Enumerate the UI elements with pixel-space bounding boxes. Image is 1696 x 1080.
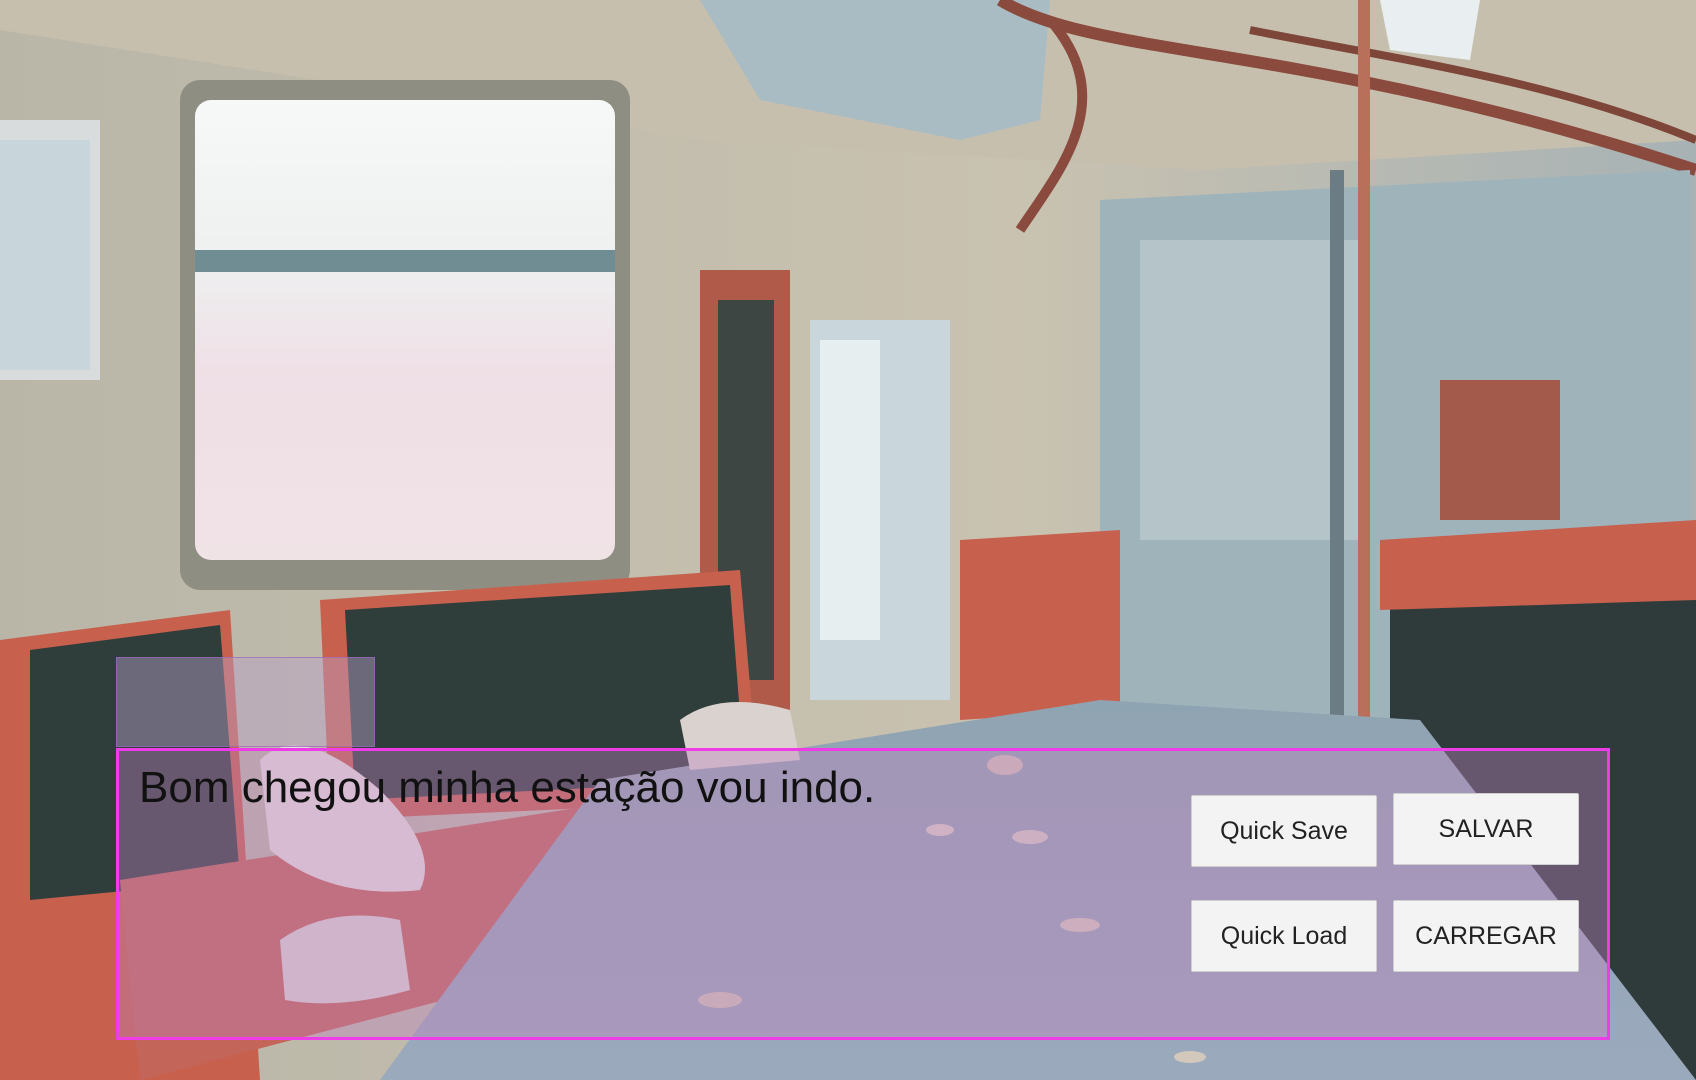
save-button[interactable]: SALVAR — [1393, 793, 1579, 865]
dialogue-text: Bom chegou minha estação vou indo. — [139, 763, 876, 812]
dialogue-box[interactable]: Bom chegou minha estação vou indo. Quick… — [116, 748, 1610, 1040]
quick-save-button[interactable]: Quick Save — [1191, 795, 1377, 867]
load-button[interactable]: CARREGAR — [1393, 900, 1579, 972]
quick-load-button[interactable]: Quick Load — [1191, 900, 1377, 972]
speaker-name-box — [116, 657, 375, 747]
